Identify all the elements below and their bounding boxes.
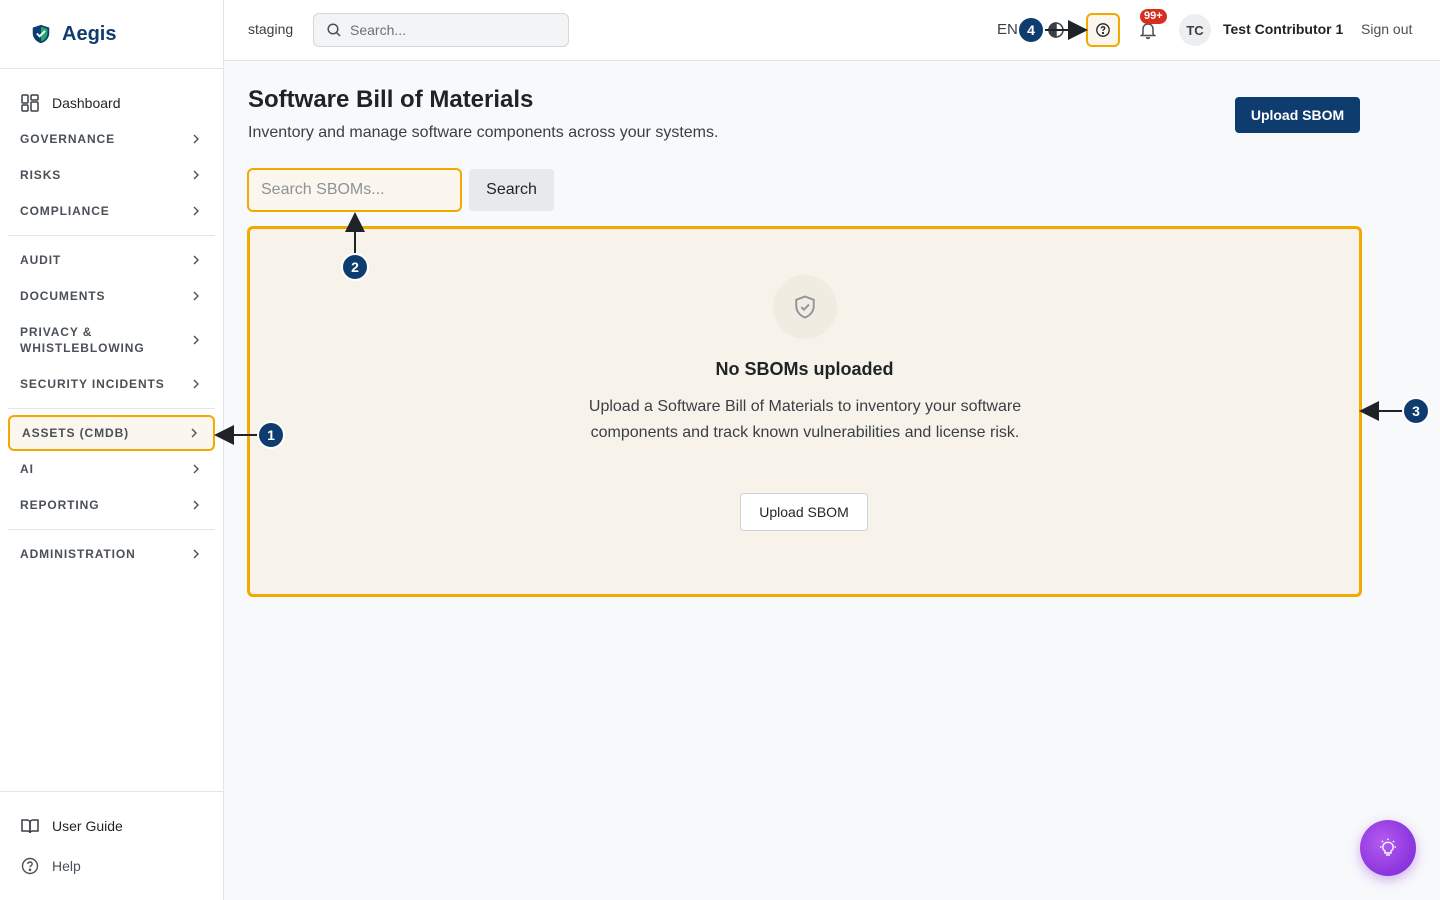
global-search[interactable]: [313, 13, 569, 47]
page-subtitle: Inventory and manage software components…: [248, 124, 719, 141]
help-circle-icon: [21, 857, 39, 875]
global-search-input[interactable]: [350, 22, 540, 38]
search-icon: [327, 23, 341, 37]
sidebar-item-ai[interactable]: AI: [8, 451, 215, 487]
sidebar-divider: [8, 408, 215, 409]
help-circle-icon: [1096, 23, 1110, 37]
chevron-right-icon: [193, 291, 199, 301]
sidebar-item-label: Assets (CMDB): [22, 426, 130, 440]
assistant-button[interactable]: [1360, 820, 1416, 876]
sidebar-item-compliance[interactable]: Compliance: [8, 193, 215, 229]
sidebar-nav: Dashboard Governance Risks Compliance Au…: [0, 85, 223, 572]
sidebar-item-label: Administration: [20, 547, 136, 561]
sidebar-item-security-incidents[interactable]: Security Incidents: [8, 366, 215, 402]
brand-name: Aegis: [62, 22, 117, 45]
empty-state: No SBOMs uploaded Upload a Software Bill…: [247, 226, 1362, 597]
sidebar-item-label: Compliance: [20, 204, 110, 218]
sidebar-divider: [8, 235, 215, 236]
empty-state-icon-wrap: [773, 275, 837, 339]
sidebar-item-dashboard[interactable]: Dashboard: [8, 85, 215, 121]
sidebar-item-label: AI: [20, 462, 34, 476]
language-switcher[interactable]: EN: [997, 21, 1018, 38]
upload-sbom-button[interactable]: Upload SBOM: [1235, 97, 1360, 133]
chevron-right-icon: [193, 170, 199, 180]
annotation-marker-3: 3: [1402, 397, 1430, 425]
help-label: Help: [52, 858, 81, 874]
empty-state-upload-button[interactable]: Upload SBOM: [740, 493, 868, 531]
sidebar-footer: User Guide Help: [0, 791, 223, 900]
sidebar-divider: [8, 529, 215, 530]
annotation-marker-1: 1: [257, 421, 285, 449]
sidebar-item-label: Audit: [20, 253, 62, 267]
user-guide-link[interactable]: User Guide: [20, 806, 223, 846]
shield-check-icon: [795, 295, 815, 319]
sidebar-item-label: Documents: [20, 289, 106, 303]
chevron-right-icon: [193, 464, 199, 474]
empty-state-title: No SBOMs uploaded: [715, 359, 894, 379]
notifications-badge: 99+: [1140, 9, 1167, 24]
theme-toggle-icon[interactable]: [1046, 20, 1066, 40]
annotation-marker-2: 2: [341, 253, 369, 281]
sidebar-item-label: Reporting: [20, 498, 100, 512]
sidebar-item-governance[interactable]: Governance: [8, 121, 215, 157]
sidebar-item-label: Risks: [20, 168, 62, 182]
chevron-right-icon: [193, 134, 199, 144]
help-button[interactable]: [1086, 13, 1120, 47]
dashboard-grid-icon: [21, 94, 39, 112]
empty-state-description: Upload a Software Bill of Materials to i…: [588, 398, 1022, 441]
sidebar: Aegis Dashboard Governance Risks Complia…: [0, 0, 224, 900]
brand[interactable]: Aegis: [0, 0, 223, 69]
sidebar-item-label: Privacy & Whistleblowing: [20, 325, 145, 355]
page-title: Software Bill of Materials: [248, 86, 534, 113]
top-header: staging EN 99+ TC Test Contributor 1 Sig…: [224, 0, 1440, 61]
sidebar-item-risks[interactable]: Risks: [8, 157, 215, 193]
help-link[interactable]: Help: [20, 846, 223, 886]
sidebar-item-label: Dashboard: [52, 95, 121, 111]
sidebar-item-label: Governance: [20, 132, 116, 146]
sidebar-item-audit[interactable]: Audit: [8, 242, 215, 278]
sidebar-item-privacy-whistleblowing[interactable]: Privacy & Whistleblowing: [8, 314, 215, 366]
sidebar-item-label: Security Incidents: [20, 377, 165, 391]
chevron-right-icon: [193, 335, 199, 345]
chevron-right-icon: [193, 206, 199, 216]
annotation-marker-4: 4: [1017, 16, 1045, 44]
chevron-right-icon: [193, 500, 199, 510]
sidebar-item-reporting[interactable]: Reporting: [8, 487, 215, 523]
chevron-right-icon: [193, 549, 199, 559]
user-guide-label: User Guide: [52, 818, 123, 834]
sidebar-item-assets-cmdb[interactable]: Assets (CMDB): [8, 415, 215, 451]
sbom-search-input[interactable]: [247, 168, 462, 212]
book-open-icon: [21, 819, 39, 834]
environment-label: staging: [248, 21, 294, 37]
shield-logo-icon: [32, 24, 50, 44]
chevron-right-icon: [193, 255, 199, 265]
user-name[interactable]: Test Contributor 1: [1223, 21, 1343, 37]
chevron-right-icon: [193, 379, 199, 389]
sign-out-link[interactable]: Sign out: [1361, 21, 1412, 37]
lightbulb-icon: [1380, 838, 1396, 856]
search-button[interactable]: Search: [469, 169, 554, 211]
avatar[interactable]: TC: [1179, 14, 1211, 46]
sidebar-item-documents[interactable]: Documents: [8, 278, 215, 314]
sidebar-item-administration[interactable]: Administration: [8, 536, 215, 572]
chevron-right-icon: [191, 428, 197, 438]
